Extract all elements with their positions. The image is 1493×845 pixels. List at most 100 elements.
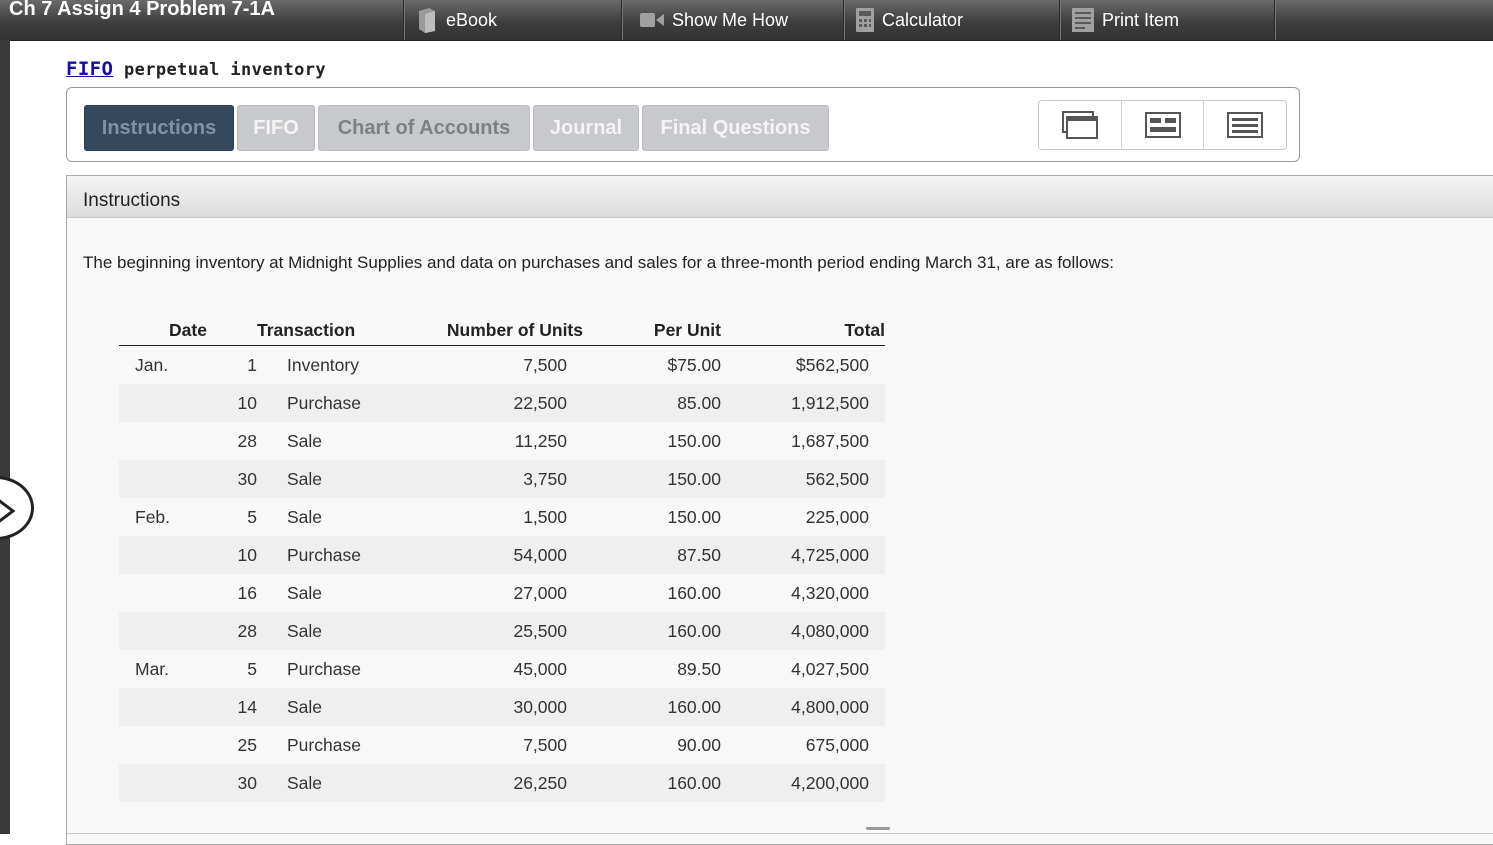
units-cell: 25,500 <box>417 612 583 650</box>
date-month <box>119 574 205 612</box>
per-unit-cell: 85.00 <box>583 384 721 422</box>
units-cell: 54,000 <box>417 536 583 574</box>
print-item-button[interactable]: Print Item <box>1059 0 1275 40</box>
date-day: 30 <box>205 460 257 498</box>
table-row: 28 Sale 11,250 150.00 1,687,500 <box>119 422 885 460</box>
split-view-button[interactable] <box>1122 101 1205 149</box>
assignment-title: Ch 7 Assign 4 Problem 7-1A <box>9 0 275 20</box>
sidebar-toggle-button[interactable] <box>0 476 34 540</box>
header-per-unit: Per Unit <box>583 309 721 346</box>
single-window-icon <box>1061 111 1098 139</box>
date-month <box>119 536 205 574</box>
tab-chart-of-accounts[interactable]: Chart of Accounts <box>318 105 530 151</box>
total-cell: 4,080,000 <box>721 612 885 650</box>
date-day: 10 <box>205 384 257 422</box>
date-day: 30 <box>205 764 257 802</box>
per-unit-cell: 160.00 <box>583 764 721 802</box>
page-heading: FIFO perpetual inventory <box>66 58 326 80</box>
units-cell: 11,250 <box>417 422 583 460</box>
tab-fifo[interactable]: FIFO <box>237 105 315 151</box>
ebook-button[interactable]: eBook <box>403 0 621 40</box>
per-unit-cell: 90.00 <box>583 726 721 764</box>
transaction-cell: Sale <box>257 498 417 536</box>
table-row: 25 Purchase 7,500 90.00 675,000 <box>119 726 885 764</box>
units-cell: 27,000 <box>417 574 583 612</box>
table-header-row: Date Transaction Number of Units Per Uni… <box>119 309 885 346</box>
per-unit-cell: 150.00 <box>583 422 721 460</box>
show-me-how-label: Show Me How <box>672 9 789 30</box>
units-cell: 30,000 <box>417 688 583 726</box>
table-row: 10 Purchase 54,000 87.50 4,725,000 <box>119 536 885 574</box>
header-transaction: Transaction <box>257 309 417 346</box>
transaction-cell: Sale <box>257 688 417 726</box>
date-month <box>119 764 205 802</box>
table-row: Jan. 1 Inventory 7,500 $75.00 $562,500 <box>119 345 885 384</box>
panel-title: Instructions <box>83 190 181 211</box>
units-cell: 22,500 <box>417 384 583 422</box>
units-cell: 7,500 <box>417 726 583 764</box>
total-cell: 4,320,000 <box>721 574 885 612</box>
table-row: 30 Sale 3,750 150.00 562,500 <box>119 460 885 498</box>
table-row: 28 Sale 25,500 160.00 4,080,000 <box>119 612 885 650</box>
total-cell: $562,500 <box>721 345 885 384</box>
single-window-view-button[interactable] <box>1039 101 1122 149</box>
list-view-button[interactable] <box>1204 101 1286 149</box>
tab-journal[interactable]: Journal <box>533 105 639 151</box>
date-month <box>119 460 205 498</box>
split-view-icon <box>1144 112 1181 138</box>
calculator-button[interactable]: Calculator <box>843 0 1059 40</box>
tab-instructions[interactable]: Instructions <box>84 105 234 151</box>
transaction-cell: Sale <box>257 574 417 612</box>
left-sidebar-strip <box>0 40 10 834</box>
date-month: Jan. <box>119 345 205 384</box>
calculator-icon <box>856 8 874 32</box>
toolbar-divider <box>1274 0 1277 40</box>
table-row: 10 Purchase 22,500 85.00 1,912,500 <box>119 384 885 422</box>
show-me-how-button[interactable]: Show Me How <box>621 0 843 40</box>
per-unit-cell: 89.50 <box>583 650 721 688</box>
table-row: 16 Sale 27,000 160.00 4,320,000 <box>119 574 885 612</box>
per-unit-cell: $75.00 <box>583 345 721 384</box>
date-day: 14 <box>205 688 257 726</box>
transaction-cell: Sale <box>257 612 417 650</box>
transaction-cell: Sale <box>257 764 417 802</box>
tab-final-questions[interactable]: Final Questions <box>642 105 829 151</box>
calculator-label: Calculator <box>882 9 964 30</box>
units-cell: 3,750 <box>417 460 583 498</box>
date-month: Feb. <box>119 498 205 536</box>
per-unit-cell: 150.00 <box>583 498 721 536</box>
transaction-cell: Purchase <box>257 536 417 574</box>
units-cell: 1,500 <box>417 498 583 536</box>
table-row: 30 Sale 26,250 160.00 4,200,000 <box>119 764 885 802</box>
transaction-cell: Purchase <box>257 384 417 422</box>
tab-bar: Instructions FIFO Chart of Accounts Jour… <box>66 87 1300 162</box>
date-month: Mar. <box>119 650 205 688</box>
date-day: 5 <box>205 498 257 536</box>
chevron-right-icon <box>0 499 16 523</box>
units-cell: 26,250 <box>417 764 583 802</box>
units-cell: 45,000 <box>417 650 583 688</box>
date-day: 5 <box>205 650 257 688</box>
per-unit-cell: 150.00 <box>583 460 721 498</box>
ebook-label: eBook <box>446 9 498 30</box>
resize-handle[interactable] <box>866 827 890 830</box>
date-day: 10 <box>205 536 257 574</box>
list-view-icon <box>1227 112 1264 138</box>
total-cell: 4,800,000 <box>721 688 885 726</box>
total-cell: 562,500 <box>721 460 885 498</box>
print-document-icon <box>1072 8 1094 32</box>
print-item-label: Print Item <box>1102 9 1180 30</box>
fifo-link[interactable]: FIFO <box>66 58 113 80</box>
per-unit-cell: 160.00 <box>583 612 721 650</box>
heading-text: perpetual inventory <box>113 60 327 80</box>
date-day: 28 <box>205 422 257 460</box>
total-cell: 1,687,500 <box>721 422 885 460</box>
transaction-cell: Purchase <box>257 650 417 688</box>
header-total: Total <box>721 309 885 346</box>
table-row: Feb. 5 Sale 1,500 150.00 225,000 <box>119 498 885 536</box>
total-cell: 4,200,000 <box>721 764 885 802</box>
transaction-cell: Inventory <box>257 345 417 384</box>
view-mode-toggle <box>1038 100 1287 150</box>
date-month <box>119 422 205 460</box>
transaction-cell: Purchase <box>257 726 417 764</box>
